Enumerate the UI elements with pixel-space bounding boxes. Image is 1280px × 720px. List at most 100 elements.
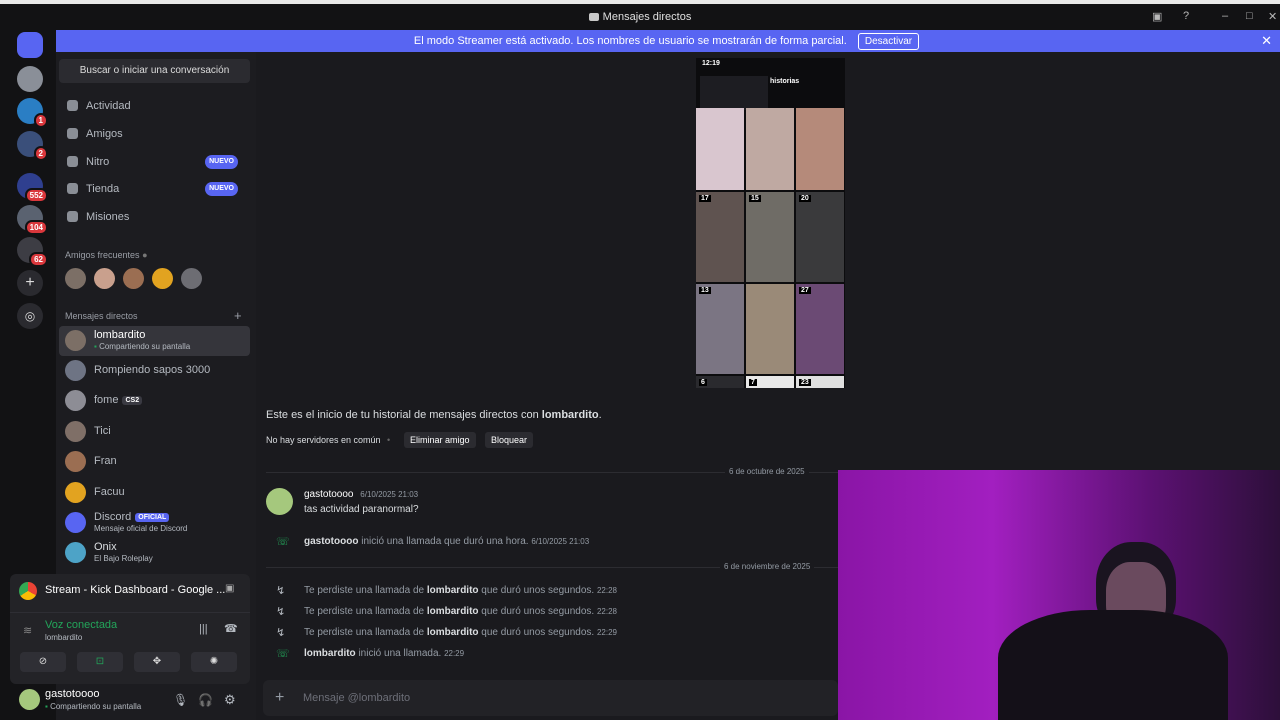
user-area: gastotoooo ▪ Compartiendo su pantalla 🎙 … <box>10 686 250 716</box>
frequent-friends-heading: Amigos frecuentes ● <box>65 250 148 260</box>
server-icon[interactable]: 104 <box>17 205 48 235</box>
avatar <box>65 360 86 381</box>
nav-item-activity[interactable]: Actividad <box>59 93 250 119</box>
message-input[interactable]: + Mensaje @lombardito <box>263 680 838 716</box>
call-event: lombardito inició una llamada. 22:29 <box>304 648 465 659</box>
dm-item[interactable]: Fran <box>59 447 250 477</box>
story-thumbnail: 15 <box>746 192 794 282</box>
avatar[interactable] <box>152 268 173 289</box>
story-thumbnail: 17 <box>696 192 744 282</box>
remove-friend-button[interactable]: Eliminar amigo <box>404 432 476 448</box>
dm-item-lombardito[interactable]: lombardito ▪ Compartiendo su pantalla <box>59 326 250 356</box>
missed-call-icon: ↯ <box>276 585 286 597</box>
screen-share-button[interactable]: ⊡ <box>77 652 123 672</box>
story-thumbnail: 7 <box>746 376 794 388</box>
missed-call-icon: ↯ <box>276 627 286 639</box>
new-badge: NUEVO <box>205 155 238 169</box>
maximize-button[interactable]: □ <box>1246 10 1253 22</box>
avatar <box>65 512 86 533</box>
dm-item[interactable]: Discord OFICIAL Mensaje oficial de Discor… <box>59 508 250 538</box>
dm-icon <box>588 13 599 21</box>
nav-item-nitro[interactable]: Nitro NUEVO <box>59 149 250 175</box>
webcam-overlay <box>838 470 1280 720</box>
streamer-mode-banner: El modo Streamer está activado. Los nomb… <box>53 30 1280 52</box>
dm-item[interactable]: Rompiendo sapos 3000 <box>59 356 250 386</box>
avatar <box>65 390 86 411</box>
help-icon[interactable]: ? <box>1183 10 1189 22</box>
shop-icon <box>67 183 78 194</box>
user-status: ▪ Compartiendo su pantalla <box>45 702 142 711</box>
dm-item[interactable]: Facuu <box>59 478 250 508</box>
voice-panel: Stream - Kick Dashboard - Google ... ▣ ≋… <box>10 574 250 684</box>
soundboard-button[interactable]: ✺ <box>191 652 237 672</box>
camera-off-button[interactable]: ⊘ <box>20 652 66 672</box>
signal-icon: ≋ <box>23 625 33 637</box>
new-dm-icon[interactable]: + <box>234 308 242 323</box>
screen-share-icon[interactable]: ▣ <box>1152 10 1162 23</box>
dm-item[interactable]: Onix El Bajo Roleplay <box>59 538 250 568</box>
activities-button[interactable]: ✥ <box>134 652 180 672</box>
deactivate-streamer-button[interactable]: Desactivar <box>857 33 920 50</box>
title-bar: Mensajes directos ▣ ? – □ ✕ <box>0 0 1280 30</box>
server-icon[interactable]: 552 <box>17 173 48 203</box>
dm-name: fome CS2 <box>94 394 143 406</box>
story-thumbnail <box>746 108 794 190</box>
server-icon[interactable]: 2 <box>17 131 48 161</box>
nav-item-friends[interactable]: Amigos <box>59 121 250 147</box>
avatar[interactable] <box>94 268 115 289</box>
add-server-icon[interactable]: + <box>17 270 43 296</box>
dm-name: Discord OFICIAL <box>94 511 170 523</box>
add-attachment-icon[interactable]: + <box>275 680 284 716</box>
microphone-icon[interactable]: 🎙 <box>173 693 188 707</box>
server-icon[interactable] <box>17 66 43 92</box>
missed-call-event: Te perdiste una llamada de lombardito qu… <box>304 585 617 596</box>
story-thumbnail: 20 <box>796 192 844 282</box>
avatar[interactable] <box>19 689 40 710</box>
nitro-icon <box>67 156 78 167</box>
new-badge: NUEVO <box>205 182 238 196</box>
headphones-icon[interactable]: 🎧 <box>198 693 213 707</box>
settings-gear-icon[interactable]: ⚙ <box>224 692 236 708</box>
message-text: tas actividad paranormal? <box>304 504 419 515</box>
server-icon[interactable]: 62 <box>17 237 48 267</box>
chrome-icon <box>19 582 37 600</box>
discord-home-icon[interactable] <box>17 32 43 58</box>
shared-screen-preview[interactable]: 12:19 historias 17 15 20 13 27 6 7 23 <box>696 58 845 388</box>
discover-icon[interactable]: ◎ <box>17 303 43 329</box>
story-thumbnail: 6 <box>696 376 744 388</box>
server-icon[interactable]: 1 <box>17 98 48 128</box>
stop-stream-icon[interactable]: ▣ <box>225 583 234 594</box>
story-thumbnail: 27 <box>796 284 844 374</box>
nav-item-shop[interactable]: Tienda NUEVO <box>59 176 250 202</box>
quests-icon <box>67 211 78 222</box>
dm-item[interactable]: fome CS2 <box>59 386 250 416</box>
block-button[interactable]: Bloquear <box>485 432 534 448</box>
missed-call-event: Te perdiste una llamada de lombardito qu… <box>304 627 617 638</box>
message-header: gastotoooo 6/10/2025 21:03 <box>304 489 419 500</box>
search-conversation-button[interactable]: Buscar o iniciar una conversación <box>59 59 250 83</box>
avatar <box>65 542 86 563</box>
nav-item-quests[interactable]: Misiones <box>59 204 250 230</box>
avatar[interactable] <box>181 268 202 289</box>
avatar[interactable] <box>123 268 144 289</box>
avatar <box>65 451 86 472</box>
close-banner-icon[interactable]: ✕ <box>1261 30 1272 52</box>
dm-item[interactable]: Tici <box>59 417 250 447</box>
story-thumbnail <box>696 108 744 190</box>
minimize-button[interactable]: – <box>1222 10 1228 22</box>
dm-intro: Este es el inicio de tu historial de men… <box>266 409 602 421</box>
noise-suppression-icon[interactable]: ||| <box>199 623 208 635</box>
avatar <box>65 421 86 442</box>
avatar[interactable] <box>65 268 86 289</box>
window-title: Mensajes directos <box>0 11 1280 23</box>
disconnect-icon[interactable]: ☎ <box>224 622 238 635</box>
close-window-button[interactable]: ✕ <box>1268 10 1277 23</box>
game-tag: CS2 <box>122 396 143 405</box>
avatar[interactable] <box>266 488 293 515</box>
story-thumbnail <box>746 284 794 374</box>
separator-dot: • <box>387 435 391 445</box>
call-event: gastotoooo inició una llamada que duró u… <box>304 536 590 547</box>
friends-icon <box>67 128 78 139</box>
missed-call-icon: ↯ <box>276 606 286 618</box>
avatar <box>65 482 86 503</box>
